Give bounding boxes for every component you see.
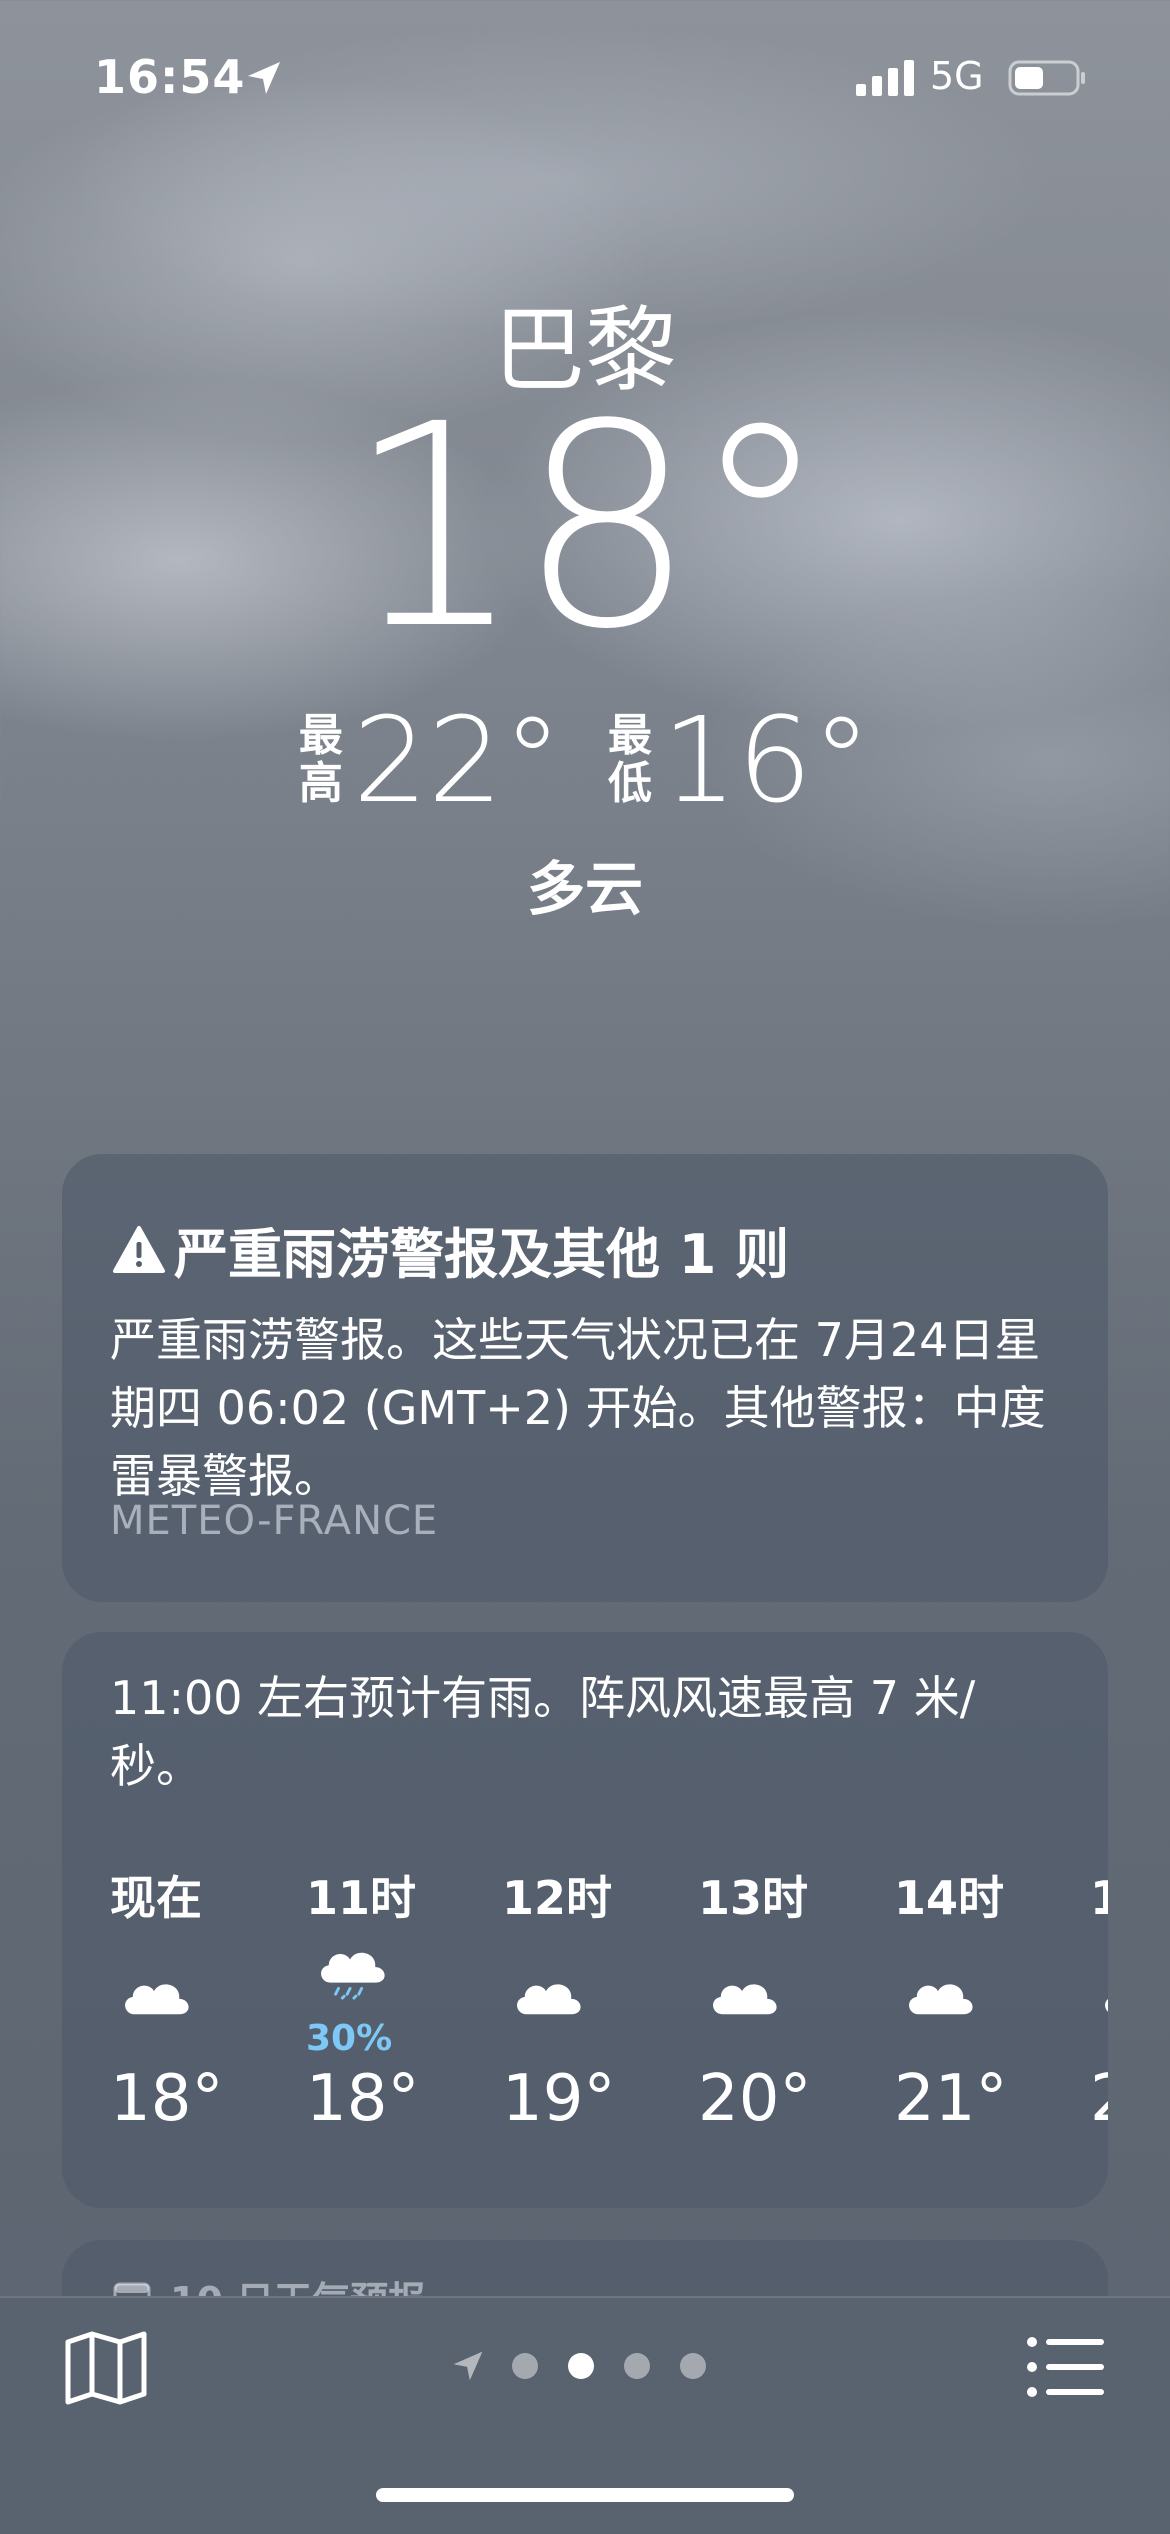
page-dot[interactable] [512, 2353, 538, 2379]
hourly-item: 现在 18° [110, 1862, 306, 2162]
status-bar: 16:54 5G [0, 0, 1170, 150]
hour-temperature: 18° [110, 2062, 224, 2136]
hourly-item: 13时 20° [698, 1862, 894, 2162]
low-temperature: 16° [662, 691, 872, 829]
hourly-forecast-card[interactable]: 11:00 左右预计有雨。阵风风速最高 7 米/秒。 现在 18° 11时 30% 18… [62, 1632, 1108, 2208]
hour-temperature: 19° [502, 2062, 616, 2136]
high-low-temperatures: 最 高 22° 最 低 16° [0, 700, 1170, 820]
hourly-item: 14时 21° [894, 1862, 1090, 2162]
alert-source: METEO-FRANCE [110, 1498, 439, 1544]
cloud-icon [1105, 1999, 1108, 2012]
list-icon[interactable] [1026, 2332, 1106, 2402]
hour-temperature: 21° [1090, 2062, 1108, 2136]
alert-title-row: 严重雨涝警报及其他 1 则 [112, 1210, 789, 1289]
alert-title: 严重雨涝警报及其他 1 则 [174, 1223, 790, 1286]
signal-bars-icon [856, 60, 914, 96]
cloud-icon [125, 1984, 189, 2015]
page-dot[interactable] [568, 2353, 594, 2379]
hour-label: 11时 [306, 1871, 417, 1925]
location-arrow-icon[interactable] [450, 2348, 486, 2384]
current-temperature: 18° [345, 365, 830, 691]
hourly-item: 11时 30% 18° [306, 1862, 502, 2162]
page-indicator[interactable] [450, 2348, 736, 2384]
hour-temperature: 18° [306, 2062, 420, 2136]
severe-weather-alert-card[interactable]: 严重雨涝警报及其他 1 则 严重雨涝警报。这些天气状况已在 7月24日星期四 0… [62, 1154, 1108, 1602]
low-label: 最 低 [608, 710, 652, 809]
status-time: 16:54 [94, 50, 246, 104]
network-type: 5G [930, 54, 984, 98]
hour-label: 13时 [698, 1871, 809, 1925]
precipitation-chance: 30% [306, 2018, 393, 2059]
map-icon[interactable] [64, 2330, 148, 2406]
cloud-rain-icon [321, 1952, 385, 2000]
home-indicator[interactable] [376, 2488, 794, 2502]
hour-label: 14时 [894, 1871, 1005, 1925]
weather-condition: 多云 [526, 855, 643, 923]
hour-temperature: 21° [894, 2062, 1008, 2136]
cloud-icon [517, 1984, 581, 2015]
high-label: 最 高 [298, 710, 343, 809]
alert-body: 严重雨涝警报。这些天气状况已在 7月24日星期四 06:02 (GMT+2) 开… [110, 1313, 1046, 1503]
page-dot[interactable] [680, 2353, 706, 2379]
cloud-icon [909, 1984, 973, 2015]
location-arrow-icon [248, 62, 280, 94]
warning-triangle-icon [113, 1225, 165, 1273]
hourly-item: 15时 21° [1090, 1862, 1108, 2162]
hour-label: 12时 [502, 1871, 613, 1925]
hourly-summary: 11:00 左右预计有雨。阵风风速最高 7 米/秒。 [110, 1671, 976, 1793]
hourly-scroll-row[interactable]: 现在18°11时30%18°12时19°13时20°14时21°15时21° [110, 1862, 1108, 2162]
hour-temperature: 20° [698, 2062, 812, 2136]
cloud-icon [713, 1984, 777, 2015]
page-dot[interactable] [624, 2353, 650, 2379]
hour-label: 15时 [1090, 1871, 1108, 1925]
high-temperature: 22° [352, 691, 562, 829]
battery-icon [1008, 60, 1085, 96]
hourly-item: 12时 19° [502, 1862, 698, 2162]
hour-label: 现在 [110, 1871, 202, 1925]
